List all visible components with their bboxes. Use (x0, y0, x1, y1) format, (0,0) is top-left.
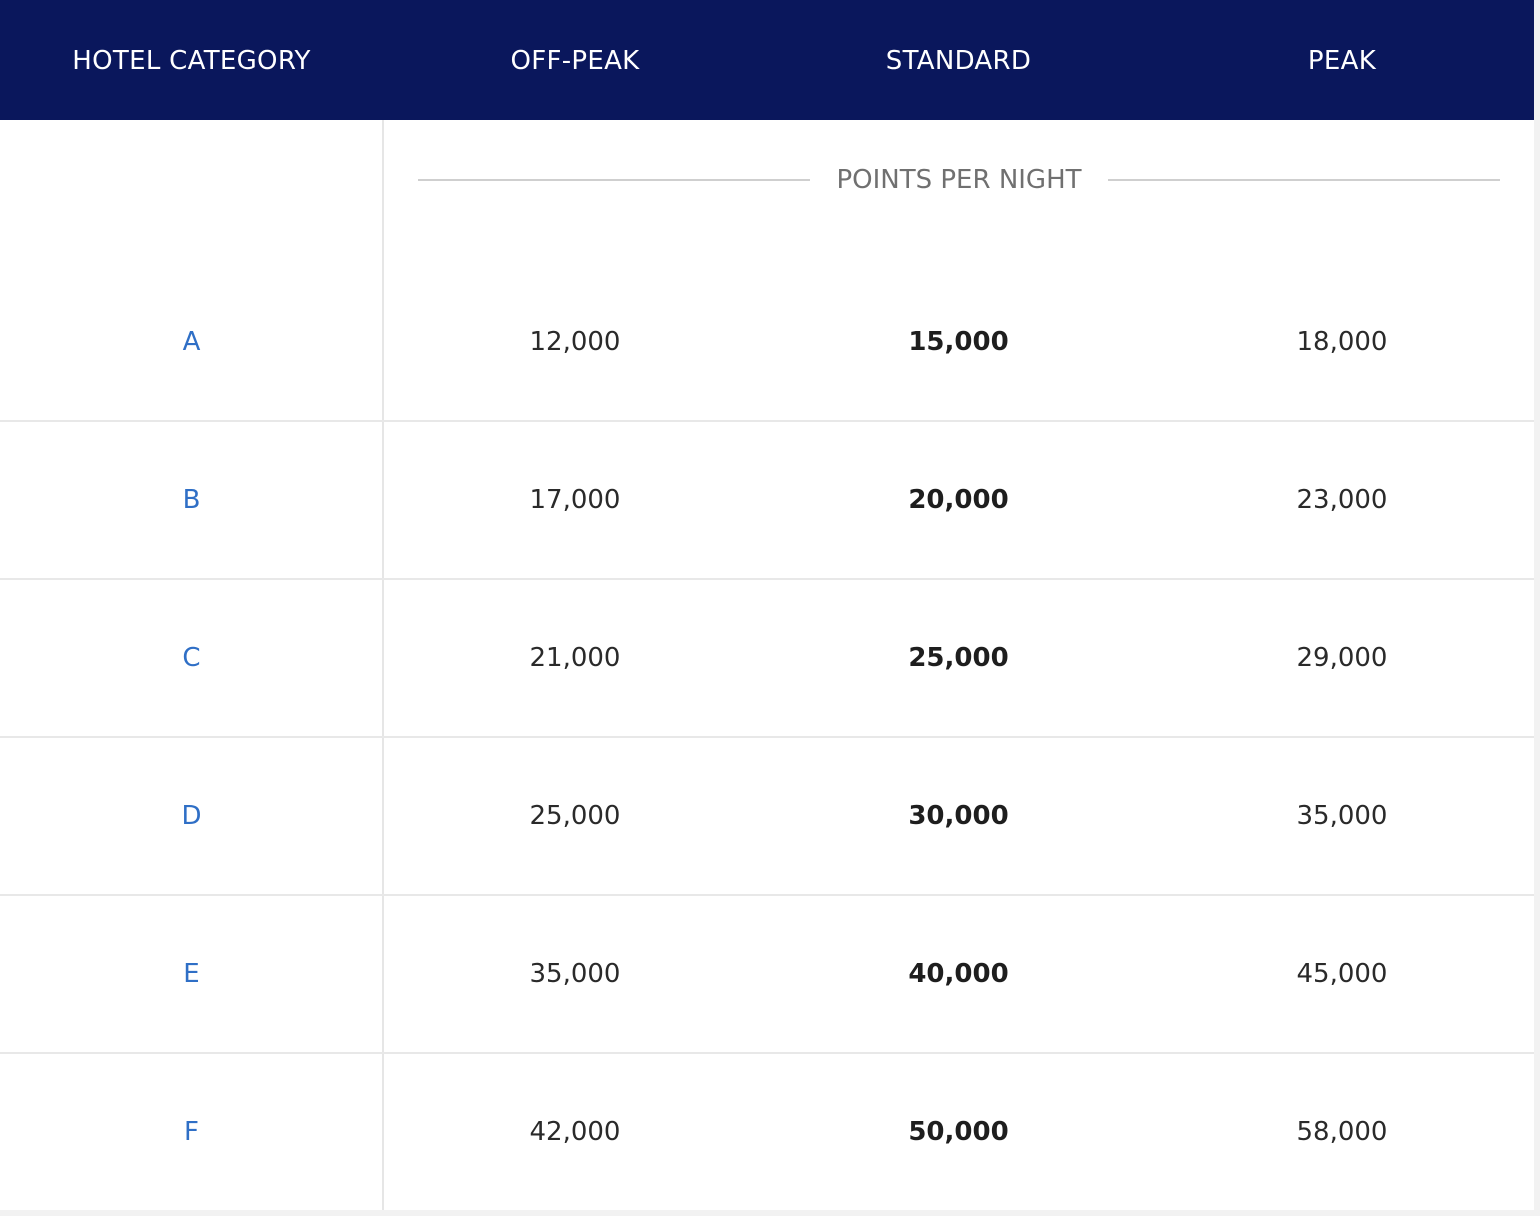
table-row: C 21,000 25,000 29,000 (0, 580, 1534, 738)
points-per-night-subheader: POINTS PER NIGHT (384, 120, 1534, 240)
peak-value: 45,000 (1296, 959, 1388, 989)
off-peak-value: 12,000 (529, 327, 621, 357)
off-peak-value: 25,000 (529, 801, 621, 831)
category-link[interactable]: E (0, 896, 383, 1052)
standard-value: 15,000 (908, 327, 1009, 357)
off-peak-value: 21,000 (529, 643, 621, 673)
subheader-rule-right (1108, 179, 1500, 181)
off-peak-value: 42,000 (529, 1117, 621, 1147)
category-link[interactable]: F (0, 1054, 383, 1210)
subheader-rule-left (418, 179, 810, 181)
page: HOTEL CATEGORY OFF-PEAK STANDARD PEAK PO… (0, 0, 1540, 1216)
category-link[interactable]: D (0, 738, 383, 894)
peak-value: 29,000 (1296, 643, 1388, 673)
off-peak-value: 35,000 (529, 959, 621, 989)
category-link[interactable]: C (0, 580, 383, 736)
standard-value: 25,000 (908, 643, 1009, 673)
category-link[interactable]: A (0, 264, 383, 420)
standard-value: 40,000 (908, 959, 1009, 989)
table-row: A 12,000 15,000 18,000 (0, 264, 1534, 422)
off-peak-value: 17,000 (529, 485, 621, 515)
table-row: B 17,000 20,000 23,000 (0, 422, 1534, 580)
header-off-peak: OFF-PEAK (510, 46, 640, 76)
peak-value: 23,000 (1296, 485, 1388, 515)
table-row: E 35,000 40,000 45,000 (0, 896, 1534, 1054)
standard-value: 30,000 (908, 801, 1009, 831)
table-header: HOTEL CATEGORY OFF-PEAK STANDARD PEAK (0, 0, 1534, 120)
category-link[interactable]: B (0, 422, 383, 578)
peak-value: 35,000 (1296, 801, 1388, 831)
standard-value: 50,000 (908, 1117, 1009, 1147)
peak-value: 18,000 (1296, 327, 1388, 357)
header-peak: PEAK (1307, 46, 1377, 76)
table-row: D 25,000 30,000 35,000 (0, 738, 1534, 896)
header-standard: STANDARD (885, 46, 1032, 76)
subheader-label: POINTS PER NIGHT (836, 165, 1082, 195)
table-row: F 42,000 50,000 58,000 (0, 1054, 1534, 1212)
standard-value: 20,000 (908, 485, 1009, 515)
header-hotel-category: HOTEL CATEGORY (72, 46, 311, 76)
peak-value: 58,000 (1296, 1117, 1388, 1147)
award-chart-table: HOTEL CATEGORY OFF-PEAK STANDARD PEAK PO… (0, 0, 1534, 1210)
table-body: A 12,000 15,000 18,000 B 17,000 20,000 2… (0, 264, 1534, 1212)
